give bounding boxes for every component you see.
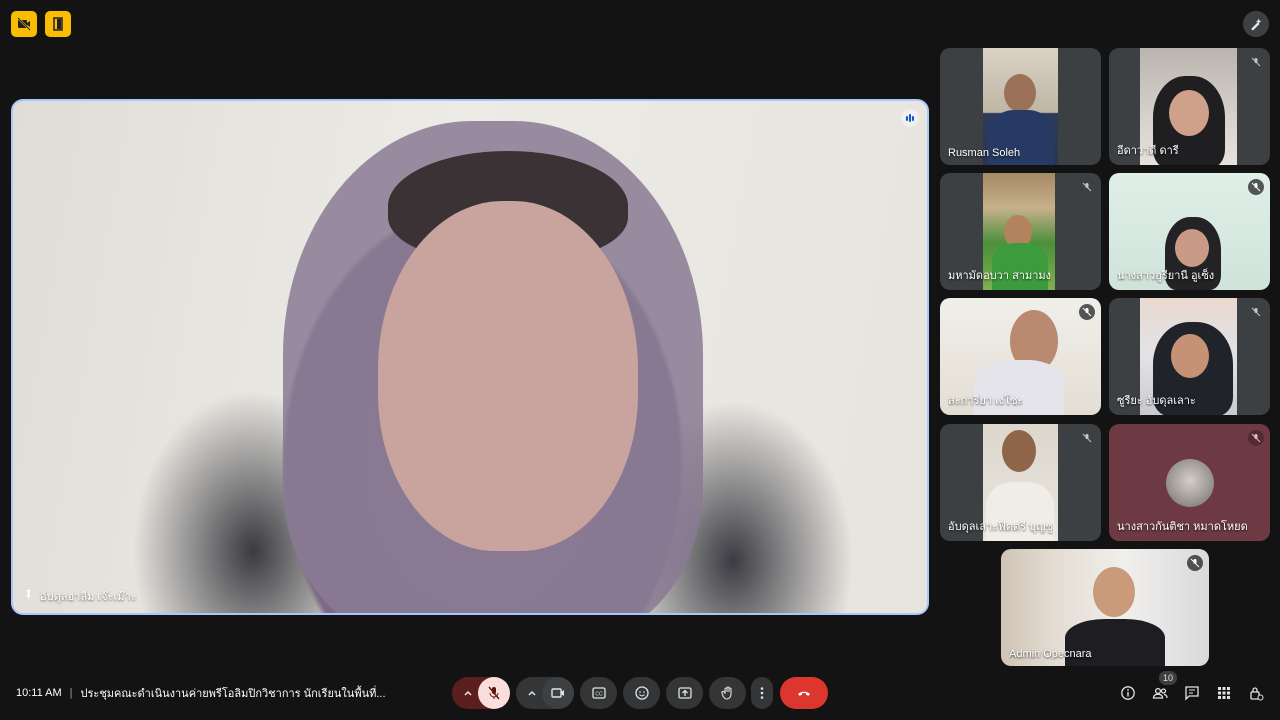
main-speaker-name: อับดุลฮาลีม เจ๊ะเม๊าะ: [40, 591, 137, 603]
present-button[interactable]: [666, 677, 703, 709]
participant-name: Rusman Soleh: [948, 147, 1021, 159]
present-icon: [677, 687, 692, 699]
muted-mic-icon: [1079, 430, 1095, 446]
muted-mic-icon: [1187, 555, 1203, 571]
participant-tile[interactable]: นางสาวกันติชา หมาดโหยด: [1109, 424, 1270, 541]
audio-controls: [452, 677, 510, 709]
svg-text:CC: CC: [595, 692, 603, 698]
speaking-icon: [901, 109, 919, 127]
people-count-badge: 10: [1159, 671, 1177, 685]
meeting-title[interactable]: ประชุมคณะดำเนินงานค่ายพรีโอลิมปิกวิชาการ…: [81, 684, 386, 702]
more-options-button[interactable]: [751, 677, 773, 709]
info-icon[interactable]: [1120, 685, 1136, 701]
participant-tile[interactable]: สะการียา เงโซะ: [940, 298, 1101, 415]
participant-name: นางสาวฮูรียานี อูเซ็ง: [1117, 270, 1215, 282]
participant-tile[interactable]: Rusman Soleh: [940, 48, 1101, 165]
captions-icon: CC: [591, 687, 606, 699]
participant-tile[interactable]: อับดุลเลาะฟิตตรี บุญชู: [940, 424, 1101, 541]
muted-mic-icon: [1248, 430, 1264, 446]
participant-name: มหามัดอบวา สามามง: [948, 270, 1052, 282]
emoji-icon: [634, 686, 649, 700]
chevron-up-icon[interactable]: [524, 685, 540, 706]
main-speaker-name-tag: อับดุลฮาลีม เจ๊ะเม๊าะ: [23, 587, 137, 605]
muted-mic-icon: [1079, 304, 1095, 320]
people-icon[interactable]: [1152, 685, 1168, 701]
avatar: [1166, 459, 1214, 507]
meet-window: อับดุลฮาลีม เจ๊ะเม๊าะ Rusman Soleh อีดาว…: [0, 0, 1280, 720]
clock: 10:11 AM: [16, 687, 62, 699]
main-speaker-video[interactable]: อับดุลฮาลีม เจ๊ะเม๊าะ: [11, 99, 929, 615]
end-call-icon: [798, 691, 810, 696]
activities-icon[interactable]: [1216, 685, 1232, 701]
more-options-icon: [760, 687, 764, 699]
end-call-button[interactable]: [780, 677, 828, 709]
video-controls: [516, 677, 574, 709]
meeting-details: 10:11 AM | ประชุมคณะดำเนินงานค่ายพรีโอลิ…: [16, 686, 386, 700]
participant-name: อับดุลเลาะฟิตตรี บุญชู: [948, 521, 1053, 533]
participant-tile[interactable]: ซูรียะ อับดุลเลาะ: [1109, 298, 1270, 415]
chevron-up-icon[interactable]: [460, 685, 476, 706]
pen-effects-icon[interactable]: [1243, 11, 1269, 37]
participant-name: Admin Opecnara: [1009, 648, 1092, 660]
emoji-button[interactable]: [623, 677, 660, 709]
participant-tile[interactable]: Admin Opecnara: [1001, 549, 1209, 666]
muted-mic-icon: [1079, 179, 1095, 195]
participant-name: ซูรียะ อับดุลเลาะ: [1117, 395, 1196, 407]
participant-name: สะการียา เงโซะ: [948, 395, 1024, 407]
participant-name: อีดาวาดี ดารี: [1117, 145, 1179, 157]
muted-mic-icon: [1248, 54, 1264, 70]
pin-icon[interactable]: [23, 589, 34, 603]
raise-hand-button[interactable]: [709, 677, 746, 709]
door-exit-icon[interactable]: [45, 11, 71, 37]
participant-name: นางสาวกันติชา หมาดโหยด: [1117, 521, 1248, 533]
mic-off-icon: [488, 686, 500, 700]
muted-mic-icon: [1248, 179, 1264, 195]
participant-tile[interactable]: นางสาวฮูรียานี อูเซ็ง: [1109, 173, 1270, 290]
participant-tile[interactable]: มหามัดอบวา สามามง: [940, 173, 1101, 290]
muted-mic-icon: [1248, 304, 1264, 320]
camera-off-icon[interactable]: [11, 11, 37, 37]
host-controls-icon[interactable]: [1248, 685, 1264, 701]
chat-icon[interactable]: [1184, 685, 1200, 701]
raise-hand-icon: [720, 686, 732, 700]
captions-button[interactable]: CC: [580, 677, 617, 709]
participant-tile[interactable]: อีดาวาดี ดารี: [1109, 48, 1270, 165]
mic-off-button[interactable]: [478, 677, 510, 709]
camera-button[interactable]: [542, 677, 574, 709]
camera-icon: [551, 688, 564, 698]
